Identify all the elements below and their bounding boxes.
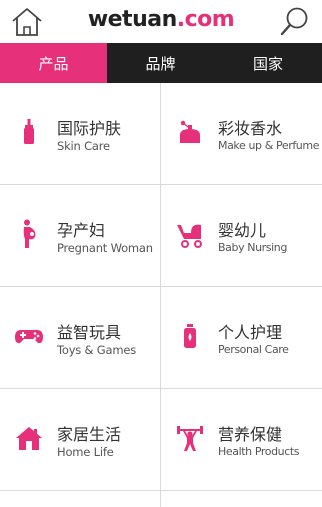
tab-brands[interactable]: 品牌 — [107, 43, 214, 83]
category-grid: 国际护肤 Skin Care 彩妆香水 Make up & Perfume 孕产… — [0, 83, 322, 507]
category-subtitle: Baby Nursing — [218, 241, 287, 254]
search-icon[interactable] — [280, 6, 310, 38]
pregnant-woman-icon — [14, 219, 44, 249]
personal-care-icon — [175, 321, 205, 351]
category-toys-games[interactable]: 益智玩具 Toys & Games — [0, 287, 161, 389]
category-tabbar: 产品 品牌 国家 — [0, 43, 322, 83]
perfume-icon — [175, 117, 205, 147]
category-subtitle: Pregnant Woman — [57, 241, 153, 255]
grid-divider-partial — [160, 490, 161, 507]
category-title: 孕产妇 — [57, 221, 106, 240]
category-title: 益智玩具 — [57, 323, 122, 342]
category-baby-nursing[interactable]: 婴幼儿 Baby Nursing — [161, 185, 322, 287]
app-header: wetuan.com — [0, 0, 322, 44]
category-makeup-perfume[interactable]: 彩妆香水 Make up & Perfume — [161, 83, 322, 185]
category-title: 国际护肤 — [57, 119, 122, 138]
category-subtitle: Skin Care — [57, 139, 110, 153]
logo-text-main: wetuan — [87, 7, 177, 32]
category-title: 婴幼儿 — [218, 221, 267, 240]
logo-text-domain: .com — [176, 7, 235, 32]
category-personal-care[interactable]: 个人护理 Personal Care — [161, 287, 322, 389]
category-home-life[interactable]: 家居生活 Home Life — [0, 389, 161, 491]
house-icon — [14, 423, 44, 453]
bottle-icon — [14, 117, 44, 147]
site-logo[interactable]: wetuan.com — [0, 7, 322, 32]
category-subtitle: Make up & Perfume — [218, 139, 320, 152]
stroller-icon — [175, 219, 205, 249]
category-health-products[interactable]: 营养保健 Health Products — [161, 389, 322, 491]
category-pregnant-woman[interactable]: 孕产妇 Pregnant Woman — [0, 185, 161, 287]
category-subtitle: Health Products — [218, 445, 300, 458]
tab-products[interactable]: 产品 — [0, 43, 107, 83]
category-title: 营养保健 — [218, 425, 283, 444]
category-skin-care[interactable]: 国际护肤 Skin Care — [0, 83, 161, 185]
category-title: 彩妆香水 — [218, 119, 283, 138]
weightlifter-icon — [175, 423, 205, 453]
gamepad-icon — [14, 321, 44, 351]
category-subtitle: Toys & Games — [57, 343, 137, 357]
category-subtitle: Home Life — [57, 445, 114, 459]
category-title: 个人护理 — [218, 323, 283, 342]
category-subtitle: Personal Care — [218, 343, 289, 356]
tab-countries[interactable]: 国家 — [214, 43, 322, 83]
category-title: 家居生活 — [57, 425, 122, 444]
